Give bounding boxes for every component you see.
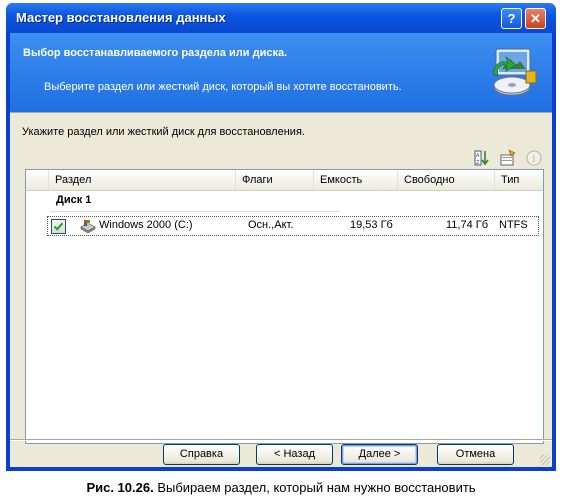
button-divider-highlight [10,440,552,441]
list-header: Раздел Флаги Емкость Свободно Тип [26,170,543,191]
sort-icon[interactable]: A Z [473,149,491,167]
help-icon: ? [507,11,516,26]
figure-caption: Рис. 10.26. Выбираем раздел, который нам… [0,480,562,495]
partition-checkbox[interactable] [51,219,66,234]
drive-icon [80,220,96,233]
partition-type: NTFS [499,219,528,231]
table-row[interactable]: Windows 2000 (C:) Осн.,Акт. 19,53 Гб 11,… [47,216,539,236]
header-title: Выбор восстанавливаемого раздела или дис… [23,47,288,59]
resize-grip[interactable] [540,455,550,465]
back-button[interactable]: < Назад [256,444,333,465]
group-header-disk: Диск 1 [56,194,92,206]
svg-text:Z: Z [476,160,480,166]
partition-name: Windows 2000 (C:) [99,219,193,231]
partition-list[interactable]: Раздел Флаги Емкость Свободно Тип Диск 1 [25,169,544,444]
close-icon: ✕ [530,11,541,26]
header-divider [10,112,552,113]
next-button[interactable]: Далее > [341,444,418,465]
wizard-window: Мастер восстановления данных ? ✕ Выбор в… [6,3,556,471]
group-divider [50,211,340,212]
svg-text:i: i [532,154,535,165]
caption-number: Рис. 10.26. [86,480,154,495]
column-header-type[interactable]: Тип [494,170,543,190]
help-button[interactable]: Справка [163,444,240,465]
column-header-check[interactable] [26,170,48,190]
wizard-header: Выбор восстанавливаемого раздела или дис… [10,33,552,112]
help-title-button[interactable]: ? [501,8,522,29]
wizard-body: Выбор восстанавливаемого раздела или дис… [10,33,552,467]
title-bar[interactable]: Мастер восстановления данных ? ✕ [6,3,556,33]
cancel-button[interactable]: Отмена [437,444,514,465]
column-header-capacity[interactable]: Емкость [313,170,397,190]
caption-text: Выбираем раздел, который нам нужно восст… [153,480,476,495]
column-header-partition[interactable]: Раздел [48,170,235,190]
checkmark-icon [53,222,64,231]
partition-flags: Осн.,Акт. [248,219,294,231]
partition-free: 11,74 Гб [446,219,489,231]
window-title: Мастер восстановления данных [16,10,226,25]
close-button[interactable]: ✕ [525,8,546,29]
column-header-free[interactable]: Свободно [397,170,494,190]
column-header-flags[interactable]: Флаги [235,170,313,190]
partition-capacity: 19,53 Гб [350,219,393,231]
header-subtitle: Выберите раздел или жесткий диск, которы… [44,81,402,93]
instruction-text: Укажите раздел или жесткий диск для восс… [22,126,305,138]
properties-icon[interactable] [499,149,517,167]
info-icon[interactable]: i [525,149,543,167]
svg-text:A: A [476,153,480,159]
restore-wizard-icon [493,48,537,96]
